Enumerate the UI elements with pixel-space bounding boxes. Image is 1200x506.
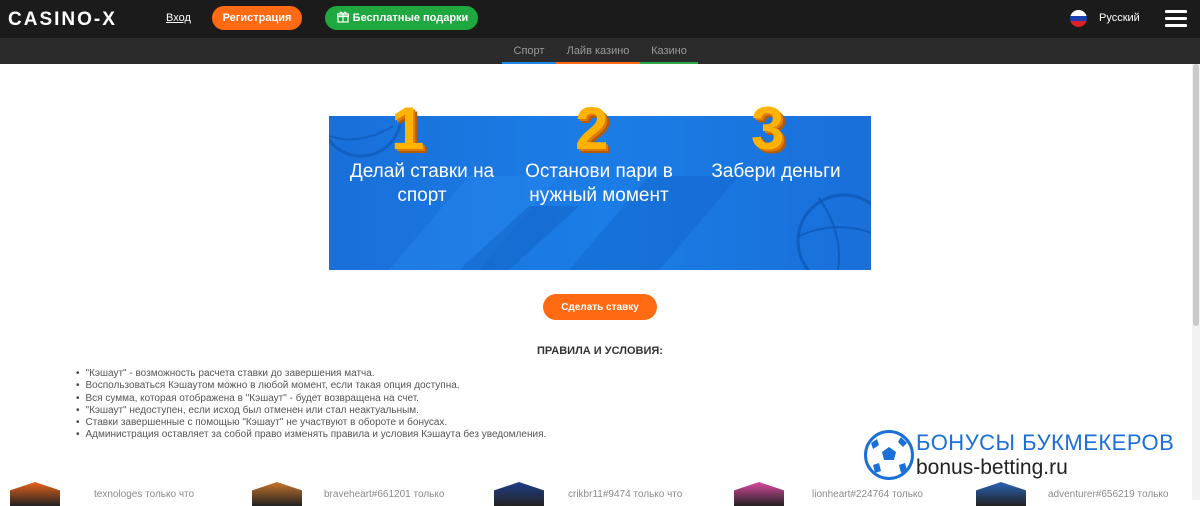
product-tabs: Спорт Лайв казино Казино	[0, 38, 1200, 64]
rules-title: ПРАВИЛА И УСЛОВИЯ:	[537, 345, 663, 357]
rule-item: Воспользоваться Кэшаутом можно в любой м…	[76, 380, 546, 392]
rule-item: Администрация оставляет за собой право и…	[76, 429, 547, 441]
tab-casino[interactable]: Казино	[640, 38, 698, 64]
page-scrollbar[interactable]	[1192, 64, 1200, 500]
register-button[interactable]: Регистрация	[212, 6, 302, 30]
game-thumbnail-icon[interactable]	[252, 482, 302, 506]
rule-item: Ставки завершенные с помощью "Кэшаут" не…	[76, 417, 546, 429]
tab-live-casino[interactable]: Лайв казино	[556, 38, 640, 64]
site-logo[interactable]: CASINO-X	[8, 9, 117, 31]
free-gifts-button[interactable]: Бесплатные подарки	[325, 6, 478, 30]
step-3-text: Забери деньги	[711, 161, 841, 182]
step-2-number: 2	[575, 95, 609, 162]
tab-sport-label: Спорт	[513, 45, 545, 57]
game-thumbnail-icon[interactable]	[10, 482, 60, 506]
winner-text: lionheart#224764 только	[812, 489, 923, 500]
step-1-text: Делай ставки на спорт	[349, 161, 495, 206]
winner-text: texnologes только что	[94, 489, 195, 500]
step-3-number: 3	[751, 95, 785, 162]
russia-flag-icon[interactable]	[1070, 10, 1087, 27]
top-bar: CASINO-X Вход Регистрация Бесплатные под…	[0, 0, 1200, 38]
winner-text: adventurer#656219 только	[1048, 489, 1169, 500]
rules-list: "Кэшаут" - возможность расчета ставки до…	[76, 368, 547, 442]
tab-sport[interactable]: Спорт	[502, 38, 556, 64]
tab-live-casino-underline	[556, 62, 640, 64]
tab-sport-underline	[502, 62, 556, 64]
language-selector[interactable]: Русский	[1099, 12, 1140, 24]
step-1-number: 1	[391, 95, 425, 162]
rule-item: Вся сумма, которая отображена в "Кэшаут"…	[76, 393, 546, 405]
watermark-url: bonus-betting.ru	[916, 456, 1068, 479]
watermark-title: БОНУСЫ БУКМЕКЕРОВ	[916, 430, 1175, 455]
winner-text: crikbr11#9474 только что	[568, 489, 683, 500]
soccer-ball-icon	[864, 430, 914, 480]
game-thumbnail-icon[interactable]	[734, 482, 784, 506]
gift-icon	[337, 11, 349, 23]
tab-casino-underline	[640, 62, 698, 64]
bonus-betting-watermark: БОНУСЫ БУКМЕКЕРОВ bonus-betting.ru	[864, 428, 1184, 484]
cashout-banner: 1 2 3 Делай ставки на спорт Останови пар…	[329, 95, 871, 270]
rule-item: "Кэшаут" - возможность расчета ставки до…	[76, 368, 546, 380]
login-link[interactable]: Вход	[166, 12, 191, 24]
free-gifts-label: Бесплатные подарки	[352, 12, 469, 24]
scrollbar-thumb[interactable]	[1193, 64, 1199, 326]
step-2-text: Останови пари в нужный момент	[525, 161, 673, 206]
place-bet-button[interactable]: Сделать ставку	[543, 294, 657, 320]
game-thumbnail-icon[interactable]	[976, 482, 1026, 506]
rule-item: "Кэшаут" недоступен, если исход был отме…	[76, 405, 546, 417]
winner-text: braveheart#661201 только	[324, 489, 445, 500]
game-thumbnail-icon[interactable]	[494, 482, 544, 506]
tab-casino-label: Казино	[651, 45, 687, 57]
tab-live-casino-label: Лайв казино	[566, 45, 630, 57]
hamburger-menu-icon[interactable]	[1165, 10, 1187, 27]
